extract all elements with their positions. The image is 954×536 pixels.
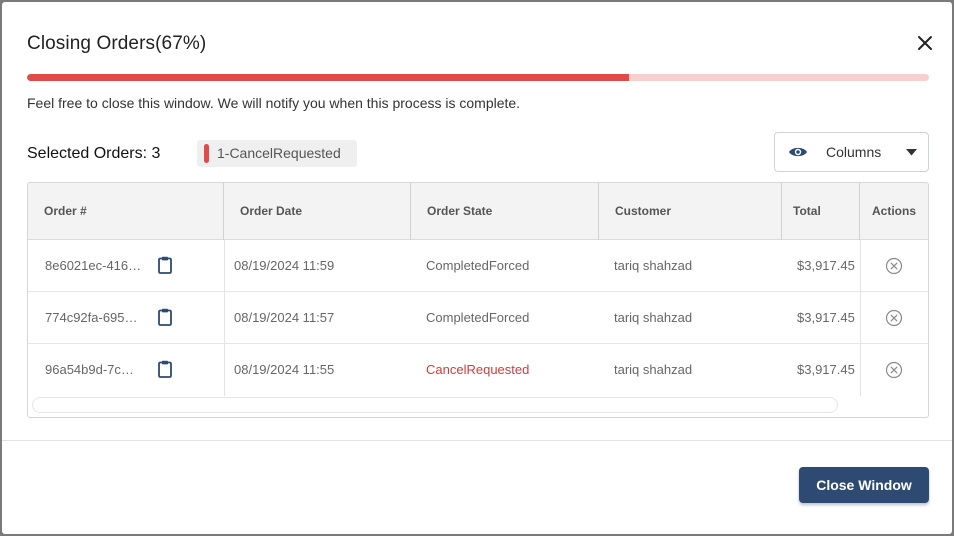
columns-label: Columns xyxy=(826,144,882,160)
notice-text: Feel free to close this window. We will … xyxy=(27,95,521,111)
order-date: 08/19/2024 11:59 xyxy=(234,258,335,273)
selected-orders-count: Selected Orders: 3 xyxy=(27,145,161,162)
status-chip[interactable]: 1-CancelRequested xyxy=(197,140,357,167)
close-icon[interactable] xyxy=(916,34,934,52)
order-state: CompletedForced xyxy=(426,258,530,273)
table-row: 8e6021ec-416… 08/19/2024 11:59 Completed… xyxy=(28,240,928,292)
table-row: 774c92fa-695… 08/19/2024 11:57 Completed… xyxy=(28,292,928,344)
order-id: 96a54b9d-7c… xyxy=(45,362,134,377)
order-date: 08/19/2024 11:57 xyxy=(234,310,335,325)
footer-divider xyxy=(2,440,952,441)
order-state: CompletedForced xyxy=(426,310,530,325)
columns-dropdown[interactable]: Columns xyxy=(774,132,929,172)
order-state: CancelRequested xyxy=(426,362,530,377)
clipboard-icon[interactable] xyxy=(158,308,172,326)
chip-indicator xyxy=(204,144,209,163)
horizontal-scrollbar[interactable] xyxy=(32,397,838,413)
cancel-circle-icon[interactable] xyxy=(885,257,903,275)
customer-name: tariq shahzad xyxy=(614,362,693,377)
caret-down-icon xyxy=(906,149,917,156)
table-row: 96a54b9d-7c… 08/19/2024 11:55 CancelRequ… xyxy=(28,344,928,396)
progress-bar xyxy=(27,74,929,81)
chip-label: 1-CancelRequested xyxy=(217,145,341,161)
column-header-order-date[interactable]: Order Date xyxy=(224,183,411,240)
close-window-button[interactable]: Close Window xyxy=(799,467,929,503)
order-total: $3,917.45 xyxy=(797,362,855,377)
order-id: 774c92fa-695… xyxy=(45,310,138,325)
column-header-total[interactable]: Total xyxy=(782,183,860,240)
modal-title: Closing Orders(67%) xyxy=(27,33,207,54)
column-header-actions: Actions xyxy=(872,204,917,218)
orders-table: Order # Order Date Order State Customer … xyxy=(27,182,929,418)
customer-name: tariq shahzad xyxy=(614,258,693,273)
eye-icon xyxy=(789,147,807,157)
column-header-order-state[interactable]: Order State xyxy=(411,183,599,240)
closing-orders-modal: Closing Orders(67%) Feel free to close t… xyxy=(2,2,952,534)
customer-name: tariq shahzad xyxy=(614,310,693,325)
progress-bar-fill xyxy=(27,74,629,81)
order-total: $3,917.45 xyxy=(797,258,855,273)
clipboard-icon[interactable] xyxy=(158,360,172,378)
order-date: 08/19/2024 11:55 xyxy=(234,362,335,377)
column-header-customer[interactable]: Customer xyxy=(599,183,782,240)
table-header: Order # Order Date Order State Customer … xyxy=(28,183,928,240)
order-total: $3,917.45 xyxy=(797,310,855,325)
order-id: 8e6021ec-416… xyxy=(45,258,142,273)
cancel-circle-icon[interactable] xyxy=(885,309,903,327)
clipboard-icon[interactable] xyxy=(158,256,172,274)
column-header-order[interactable]: Order # xyxy=(28,183,224,240)
cancel-circle-icon[interactable] xyxy=(885,361,903,379)
